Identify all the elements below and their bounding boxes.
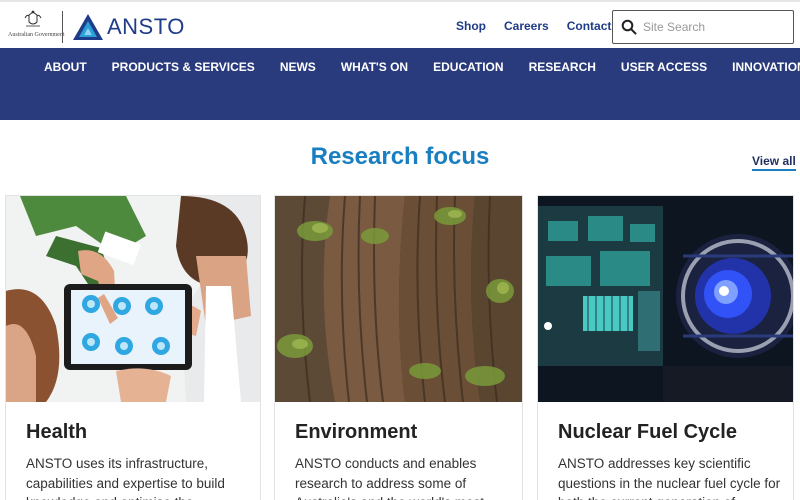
site-header: Australian Government ANSTO Shop Careers… <box>0 0 800 48</box>
view-all-link[interactable]: View all <box>752 154 796 171</box>
main-navigation: ABOUT PRODUCTS & SERVICES NEWS WHAT'S ON… <box>0 48 800 120</box>
government-text: Australian Government <box>8 32 65 38</box>
card-text: ANSTO uses its infrastructure, capabilit… <box>26 456 225 500</box>
nuclear-fuel-cycle-image <box>538 196 793 402</box>
careers-link[interactable]: Careers <box>504 19 549 33</box>
ansto-logo[interactable]: ANSTO <box>72 12 185 42</box>
shop-link[interactable]: Shop <box>456 19 486 33</box>
site-search <box>612 10 794 44</box>
australian-government-logo[interactable]: Australian Government <box>8 10 64 42</box>
ansto-logo-mark-icon <box>73 14 103 40</box>
nav-item-innovation[interactable]: INNOVATION <box>732 60 800 74</box>
coat-of-arms-icon <box>24 10 42 27</box>
research-card-environment[interactable]: Environment ANSTO conducts and enables r… <box>274 195 523 500</box>
nav-item-products-services[interactable]: PRODUCTS & SERVICES <box>112 60 255 74</box>
card-title: Health <box>26 421 88 443</box>
nav-item-user-access[interactable]: USER ACCESS <box>621 60 707 74</box>
card-title: Nuclear Fuel Cycle <box>558 421 737 443</box>
card-title: Environment <box>295 421 418 443</box>
section-title: Research focus <box>310 143 490 170</box>
nav-item-whats-on[interactable]: WHAT'S ON <box>341 60 408 74</box>
research-card-health[interactable]: Health ANSTO uses its infrastructure, ca… <box>5 195 261 500</box>
research-card-nuclear-fuel-cycle[interactable]: Nuclear Fuel Cycle ANSTO addresses key s… <box>537 195 794 500</box>
card-text: ANSTO conducts and enables research to a… <box>295 456 484 500</box>
logo-divider <box>62 11 63 43</box>
health-image <box>6 196 260 402</box>
nav-item-research[interactable]: RESEARCH <box>529 60 596 74</box>
utility-links: Shop Careers Contact <box>456 19 629 33</box>
search-icon[interactable] <box>621 19 637 35</box>
brand-name: ANSTO <box>107 14 185 39</box>
search-input[interactable] <box>643 20 783 34</box>
nav-item-education[interactable]: EDUCATION <box>433 60 503 74</box>
nav-item-about[interactable]: ABOUT <box>44 60 87 74</box>
environment-image <box>275 196 522 402</box>
nav-item-news[interactable]: NEWS <box>280 60 316 74</box>
nav-items: ABOUT PRODUCTS & SERVICES NEWS WHAT'S ON… <box>44 60 800 74</box>
card-text: ANSTO addresses key scientific questions… <box>558 456 781 500</box>
contact-link[interactable]: Contact <box>567 19 612 33</box>
